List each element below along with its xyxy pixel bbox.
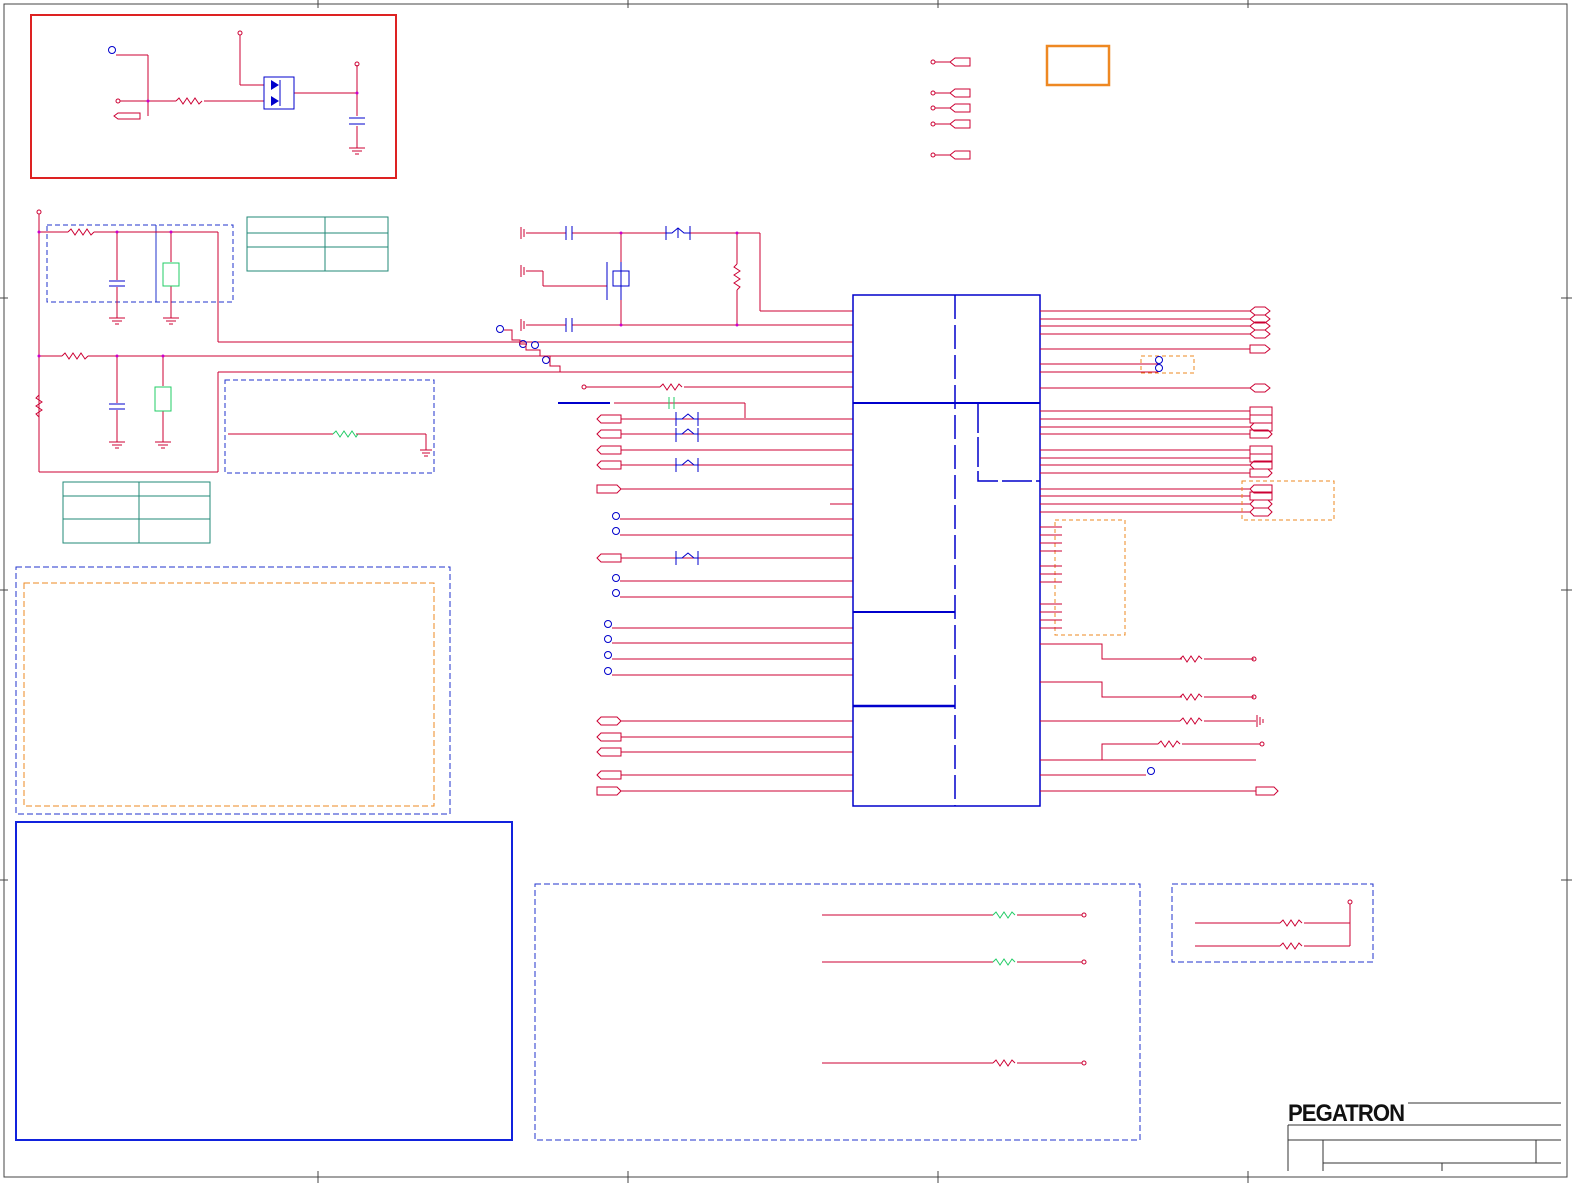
- pullup-block: [1171, 883, 1374, 963]
- nc-pins: [1040, 526, 1062, 629]
- rtc-filter-block: [35, 209, 853, 473]
- pulldown-block: [224, 379, 435, 474]
- title-block: [1287, 1102, 1561, 1171]
- crystal-parts: [565, 226, 691, 332]
- net-labels-top: [930, 57, 971, 160]
- note-box: [1045, 44, 1111, 87]
- main-ic: [852, 294, 1041, 807]
- schematic-sheet: [0, 0, 1572, 1183]
- strap-block: [534, 883, 1141, 1141]
- option-table-1: [246, 216, 389, 272]
- option-table-2: [62, 481, 211, 544]
- crystal-circuit: [520, 227, 853, 331]
- right-ports: [1040, 306, 1279, 796]
- tp-wires: [504, 329, 853, 676]
- power-diode-block: [30, 14, 397, 179]
- test-points: [496, 325, 620, 675]
- notes-block-left: [15, 566, 451, 815]
- left-ports: [581, 383, 853, 796]
- notes-block-solid: [15, 821, 513, 1141]
